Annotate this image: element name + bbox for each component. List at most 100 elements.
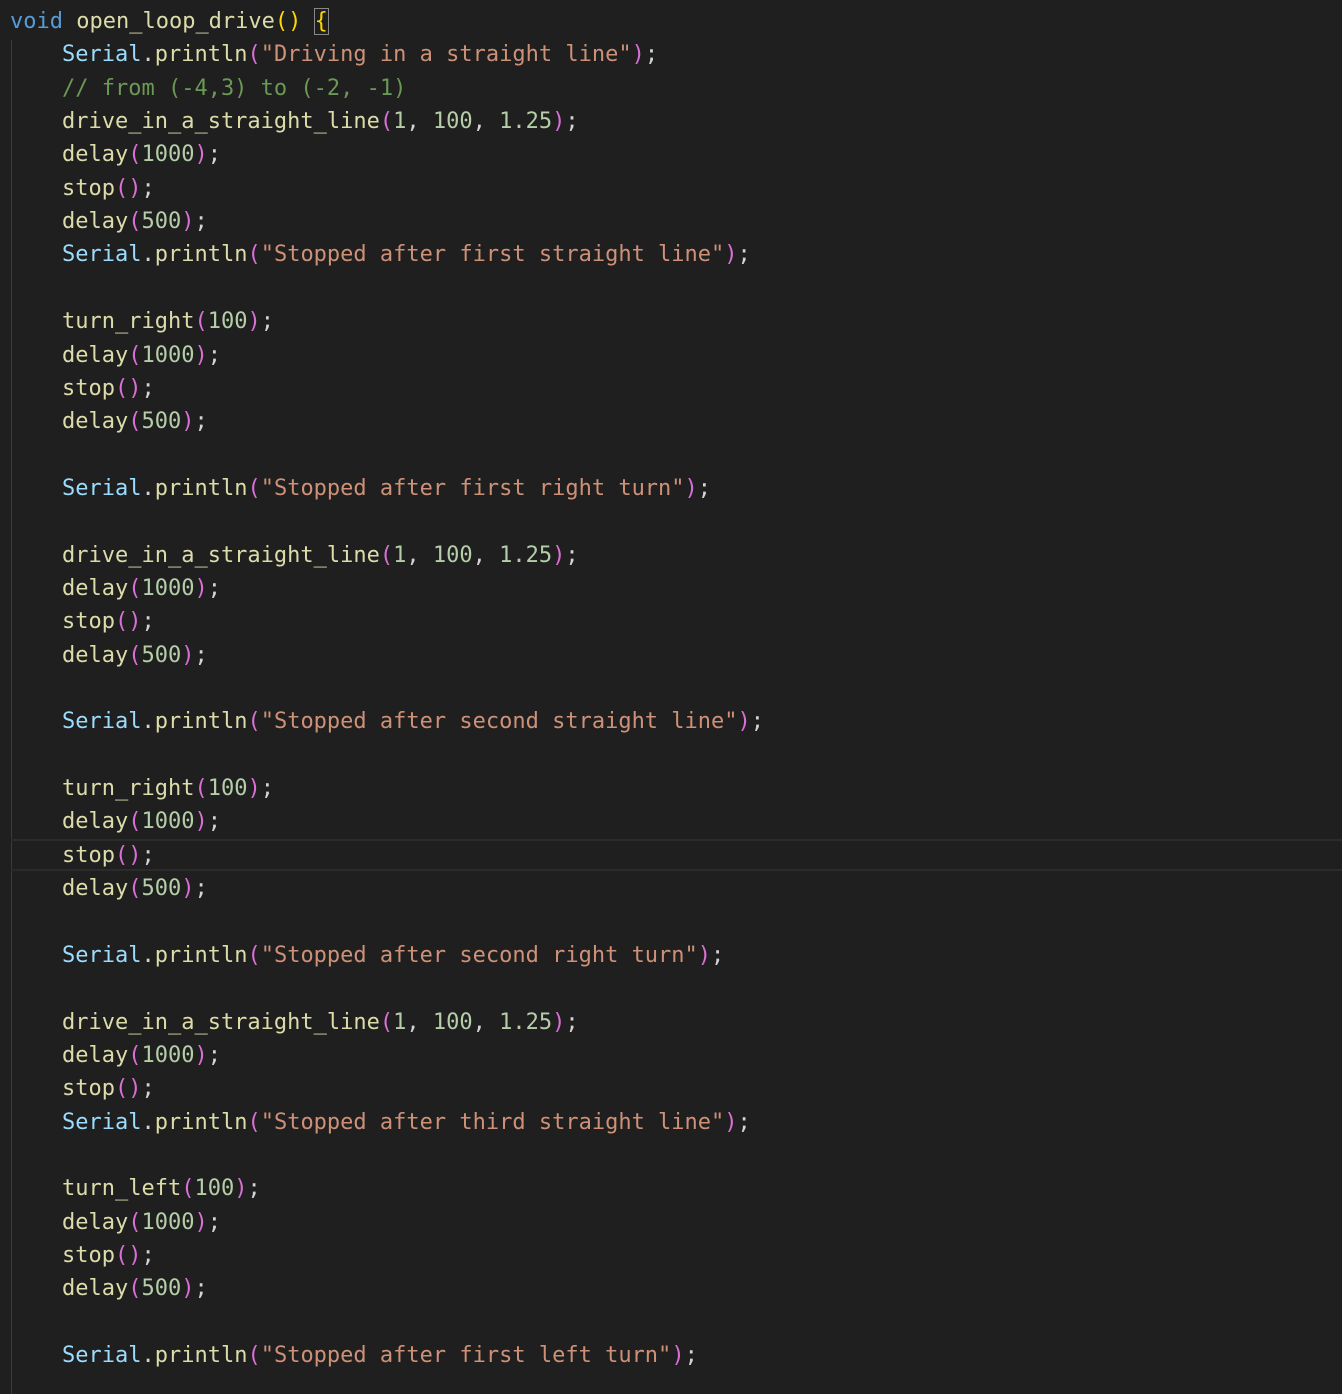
code-line[interactable]: Serial.println("Stopped after first righ… bbox=[10, 472, 711, 505]
code-line[interactable]: stop(); bbox=[10, 172, 155, 205]
code-token: Serial bbox=[62, 942, 142, 968]
code-line[interactable]: delay(1000); bbox=[10, 339, 221, 372]
code-token: ; bbox=[141, 842, 155, 868]
code-line[interactable]: drive_in_a_straight_line(1, 100, 1.25); bbox=[10, 539, 579, 572]
code-token: 1000 bbox=[141, 142, 195, 168]
code-line[interactable] bbox=[10, 905, 62, 938]
code-line[interactable]: Serial.println("Stopped after first left… bbox=[10, 1339, 698, 1372]
code-token: ) bbox=[552, 542, 566, 568]
code-line[interactable]: stop(); bbox=[10, 1072, 155, 1105]
code-line[interactable]: stop(); bbox=[10, 372, 155, 405]
code-line[interactable]: delay(1000); bbox=[10, 805, 221, 838]
code-editor[interactable]: void open_loop_drive() {Serial.println("… bbox=[0, 0, 1342, 1394]
code-token: , bbox=[406, 1009, 433, 1035]
code-token: ; bbox=[141, 609, 155, 635]
code-line[interactable]: delay(500); bbox=[10, 205, 208, 238]
code-token: . bbox=[141, 709, 155, 735]
code-token: ; bbox=[644, 42, 659, 68]
code-line[interactable]: Serial.println("Stopped after second str… bbox=[10, 705, 764, 738]
code-line[interactable]: stop(); bbox=[10, 605, 155, 638]
code-token: 500 bbox=[141, 876, 182, 902]
code-token: () bbox=[274, 9, 302, 34]
code-line[interactable]: Serial.println("Stopped after first stra… bbox=[10, 238, 751, 271]
code-token: ) bbox=[724, 1109, 738, 1135]
code-line[interactable]: Serial.println("Stopped after second rig… bbox=[10, 939, 724, 972]
code-line[interactable]: delay(500); bbox=[10, 872, 208, 905]
code-line[interactable] bbox=[10, 972, 62, 1005]
code-token: , bbox=[472, 1009, 500, 1035]
code-token: 1000 bbox=[141, 342, 195, 368]
code-line[interactable]: void open_loop_drive() { bbox=[10, 5, 329, 38]
code-line[interactable] bbox=[10, 439, 62, 472]
code-token: ( bbox=[128, 1276, 142, 1302]
code-token: delay bbox=[62, 1209, 129, 1235]
code-line[interactable]: Serial.println("Stopped after third stra… bbox=[10, 1106, 751, 1139]
code-line[interactable]: drive_in_a_straight_line(1, 100, 1.25); bbox=[10, 105, 579, 138]
code-token: delay bbox=[62, 142, 129, 168]
code-line[interactable] bbox=[10, 505, 62, 538]
code-token: ( bbox=[247, 942, 261, 968]
code-line[interactable] bbox=[10, 272, 62, 305]
code-token: ) bbox=[247, 309, 261, 335]
code-token: ) bbox=[234, 1176, 248, 1202]
code-line[interactable]: delay(1000); bbox=[10, 138, 221, 171]
code-token: ; bbox=[141, 1076, 155, 1102]
code-line[interactable]: turn_right(100); bbox=[10, 772, 274, 805]
code-token: . bbox=[141, 942, 155, 968]
code-token: println bbox=[154, 242, 248, 268]
code-token: Serial bbox=[62, 709, 142, 735]
code-token: ; bbox=[260, 309, 274, 335]
code-token: ( bbox=[128, 209, 142, 235]
code-token: "Stopped after third straight line" bbox=[260, 1109, 725, 1135]
code-token: delay bbox=[62, 809, 129, 835]
code-line[interactable]: turn_right(100); bbox=[10, 305, 274, 338]
code-line[interactable]: delay(500); bbox=[10, 1272, 208, 1305]
code-token: ( bbox=[247, 242, 261, 268]
code-token: ( bbox=[128, 409, 142, 435]
code-token: ( bbox=[128, 1209, 142, 1235]
code-line[interactable]: delay(500); bbox=[10, 639, 208, 672]
code-line[interactable]: delay(1000); bbox=[10, 1206, 221, 1239]
code-token: stop bbox=[62, 175, 115, 201]
code-token: ; bbox=[141, 175, 155, 201]
code-line[interactable]: // from (-4,3) to (-2, -1) bbox=[10, 72, 406, 105]
code-token: ; bbox=[260, 776, 274, 802]
code-line[interactable]: delay(1000); bbox=[10, 572, 221, 605]
code-line[interactable] bbox=[10, 1139, 62, 1172]
code-line[interactable] bbox=[10, 739, 62, 772]
code-token: ( bbox=[379, 542, 394, 568]
code-token: open_loop_drive bbox=[76, 9, 275, 34]
code-line[interactable]: delay(1000); bbox=[10, 1039, 221, 1072]
code-line[interactable] bbox=[10, 672, 62, 705]
code-token: ) bbox=[194, 342, 208, 368]
code-token: println bbox=[154, 942, 248, 968]
code-token: ; bbox=[737, 1109, 751, 1135]
code-token: 100 bbox=[432, 109, 473, 135]
code-line[interactable]: delay(500); bbox=[10, 405, 208, 438]
code-token: 1.25 bbox=[499, 542, 553, 568]
code-token: delay bbox=[62, 1042, 129, 1068]
code-line[interactable] bbox=[10, 1306, 62, 1339]
code-token: 100 bbox=[432, 1009, 473, 1035]
code-token: ) bbox=[194, 142, 208, 168]
code-line[interactable]: Serial.println("Driving in a straight li… bbox=[10, 38, 658, 71]
code-token: ( bbox=[181, 1176, 195, 1202]
code-line[interactable]: stop(); bbox=[10, 839, 155, 872]
code-token: println bbox=[154, 42, 248, 68]
code-token: Serial bbox=[62, 1343, 142, 1368]
code-token: ) bbox=[194, 575, 208, 601]
code-token: ) bbox=[697, 942, 712, 968]
code-token: delay bbox=[62, 409, 129, 435]
code-token: ; bbox=[207, 1209, 221, 1235]
code-token: delay bbox=[62, 575, 129, 601]
code-line[interactable]: stop(); bbox=[10, 1239, 155, 1272]
code-token: ( bbox=[247, 42, 261, 68]
code-token: ; bbox=[565, 1009, 579, 1035]
code-line[interactable]: drive_in_a_straight_line(1, 100, 1.25); bbox=[10, 1006, 579, 1039]
code-token: Serial bbox=[62, 475, 142, 501]
code-token: , bbox=[406, 109, 433, 135]
code-line[interactable]: turn_left(100); bbox=[10, 1172, 261, 1205]
code-token: void bbox=[10, 9, 63, 34]
code-token: stop bbox=[62, 375, 115, 401]
